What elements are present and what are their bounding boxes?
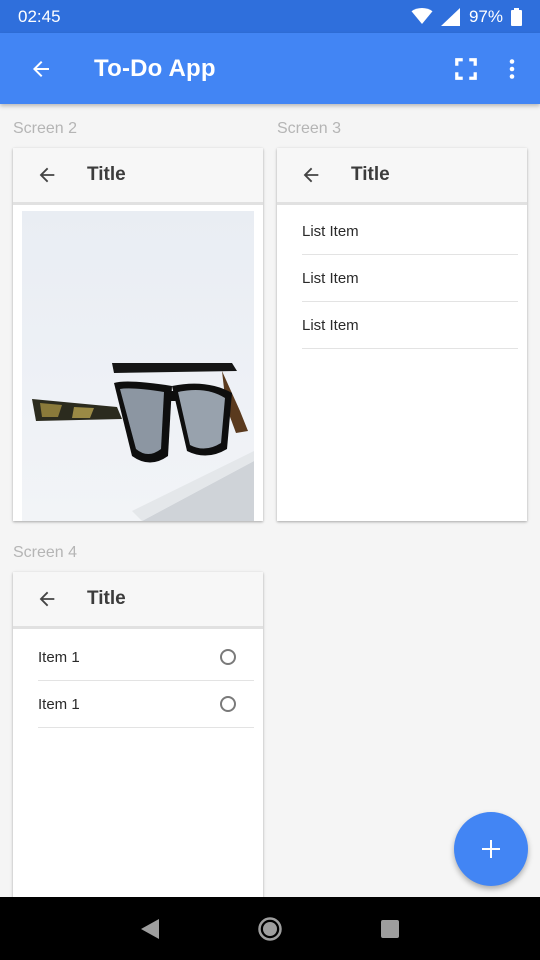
radio-button[interactable] [220,696,236,712]
screen-2-title: Title [87,164,126,185]
sunglasses-photo [22,211,254,521]
fullscreen-icon [455,57,477,80]
nav-recents-icon [381,919,399,938]
app-title: To-Do App [94,54,216,82]
add-button[interactable] [454,812,528,886]
screen-4-card[interactable]: Title Item 1 Item 1 [13,572,263,902]
more-options-button[interactable] [490,33,534,104]
list-item[interactable]: List Item [302,302,518,349]
nav-recents-button[interactable] [370,909,410,949]
plus-icon [482,840,500,858]
todo-label: Item 1 [38,695,80,713]
system-nav-bar [0,897,540,960]
app-bar: To-Do App [0,33,540,104]
screen-2-label: Screen 2 [13,120,78,137]
more-vert-icon [509,58,515,79]
radio-button[interactable] [220,649,236,665]
list-item[interactable]: List Item [302,255,518,302]
todo-row[interactable]: Item 1 [38,634,254,681]
battery-percent: 97% [468,6,503,26]
nav-home-icon [258,916,282,941]
screen-4-list: Item 1 Item 1 [13,629,263,728]
status-time: 02:45 [18,6,61,26]
list-item-label: List Item [302,222,359,240]
nav-home-button[interactable] [250,909,290,949]
status-icons: 97% [411,7,522,27]
fullscreen-button[interactable] [442,33,490,104]
wifi-icon [411,8,433,24]
screen-2-header: Title [13,148,263,205]
screen-2-card[interactable]: Title [13,148,263,521]
screen-4-label: Screen 4 [13,544,78,561]
screen-3-label: Screen 3 [277,120,342,137]
screen-3-card[interactable]: Title List Item List Item List Item [277,148,527,521]
todo-label: Item 1 [38,648,80,666]
battery-icon [511,7,522,26]
nav-back-icon [141,918,159,939]
screen-3-header: Title [277,148,527,205]
back-button[interactable] [0,33,82,104]
status-bar: 02:45 97% [0,0,540,33]
arrow-back-icon [39,591,55,607]
list-item-label: List Item [302,269,359,287]
screen-3-back-button[interactable] [277,148,345,204]
arrow-back-icon [303,167,319,183]
screen-4-back-button[interactable] [13,572,81,628]
screen-3-list: List Item List Item List Item [277,205,527,349]
screen-2-back-button[interactable] [13,148,81,204]
nav-back-button[interactable] [130,909,170,949]
arrow-back-icon [39,167,55,183]
list-item-label: List Item [302,316,359,334]
todo-row[interactable]: Item 1 [38,681,254,728]
screen-4-title: Title [87,588,126,609]
list-item[interactable]: List Item [302,208,518,255]
signal-icon [440,7,460,26]
screen-3-title: Title [351,164,390,185]
arrow-back-icon [33,60,49,77]
screen-4-header: Title [13,572,263,629]
